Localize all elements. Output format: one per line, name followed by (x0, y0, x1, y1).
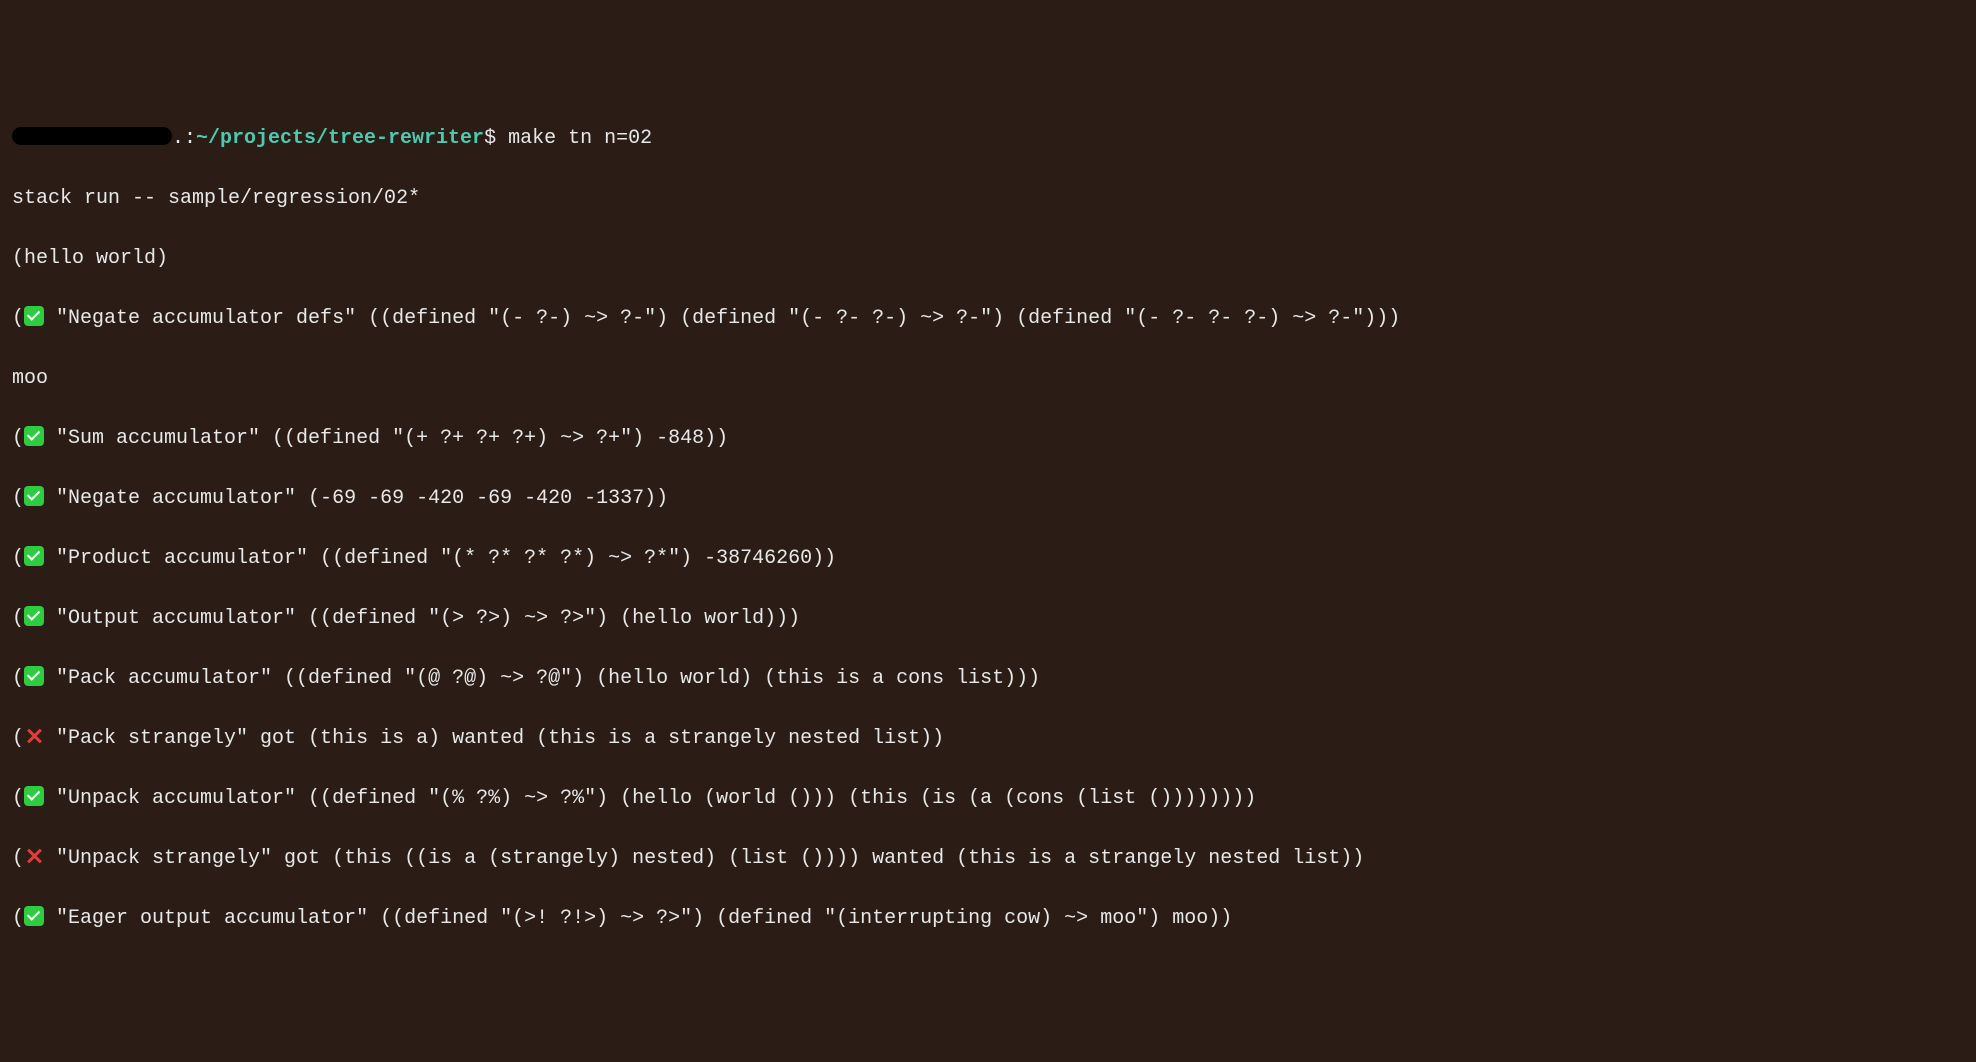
cross-icon (24, 846, 44, 866)
redacted-host (12, 127, 172, 145)
check-icon (24, 666, 44, 686)
paren-open: ( (12, 307, 24, 330)
check-icon (24, 906, 44, 926)
result-negate-defs: ( "Negate accumulator defs" ((defined "(… (12, 304, 1964, 334)
check-icon (24, 786, 44, 806)
output-hello-world: (hello world) (12, 244, 1964, 274)
check-icon (24, 486, 44, 506)
check-icon (24, 606, 44, 626)
check-icon (24, 306, 44, 326)
check-icon (24, 426, 44, 446)
result-text: "Pack strangely" got (this is a) wanted … (44, 727, 944, 750)
paren-open: ( (12, 727, 24, 750)
result-text: "Eager output accumulator" ((defined "(>… (44, 907, 1232, 930)
paren-open: ( (12, 787, 24, 810)
result-text: "Pack accumulator" ((defined "(@ ?@) ~> … (44, 667, 1040, 690)
output-moo: moo (12, 364, 1964, 394)
paren-open: ( (12, 487, 24, 510)
result-unpack-strangely: ( "Unpack strangely" got (this ((is a (s… (12, 844, 1964, 874)
paren-open: ( (12, 607, 24, 630)
cross-icon (24, 726, 44, 746)
paren-open: ( (12, 847, 24, 870)
result-sum: ( "Sum accumulator" ((defined "(+ ?+ ?+ … (12, 424, 1964, 454)
result-text: "Unpack accumulator" ((defined "(% ?%) ~… (44, 787, 1256, 810)
result-text: "Product accumulator" ((defined "(* ?* ?… (44, 547, 836, 570)
result-unpack: ( "Unpack accumulator" ((defined "(% ?%)… (12, 784, 1964, 814)
result-product: ( "Product accumulator" ((defined "(* ?*… (12, 544, 1964, 574)
prompt-path: ~/projects/tree-rewriter (196, 127, 484, 150)
prompt-line[interactable]: .:~/projects/tree-rewriter$ make tn n=02 (12, 124, 1964, 154)
result-text: "Output accumulator" ((defined "(> ?>) ~… (44, 607, 800, 630)
result-text: "Negate accumulator defs" ((defined "(- … (44, 307, 1400, 330)
result-negate: ( "Negate accumulator" (-69 -69 -420 -69… (12, 484, 1964, 514)
result-eager: ( "Eager output accumulator" ((defined "… (12, 904, 1964, 934)
output-stack-run: stack run -- sample/regression/02* (12, 184, 1964, 214)
result-output: ( "Output accumulator" ((defined "(> ?>)… (12, 604, 1964, 634)
result-pack: ( "Pack accumulator" ((defined "(@ ?@) ~… (12, 664, 1964, 694)
result-pack-strangely: ( "Pack strangely" got (this is a) wante… (12, 724, 1964, 754)
paren-open: ( (12, 667, 24, 690)
result-text: "Sum accumulator" ((defined "(+ ?+ ?+ ?+… (44, 427, 728, 450)
prompt-dollar: $ (484, 127, 496, 150)
command-text: make tn n=02 (508, 127, 652, 150)
paren-open: ( (12, 427, 24, 450)
check-icon (24, 546, 44, 566)
paren-open: ( (12, 907, 24, 930)
result-text: "Negate accumulator" (-69 -69 -420 -69 -… (44, 487, 668, 510)
host-suffix: .: (172, 127, 196, 150)
result-text: "Unpack strangely" got (this ((is a (str… (44, 847, 1364, 870)
paren-open: ( (12, 547, 24, 570)
